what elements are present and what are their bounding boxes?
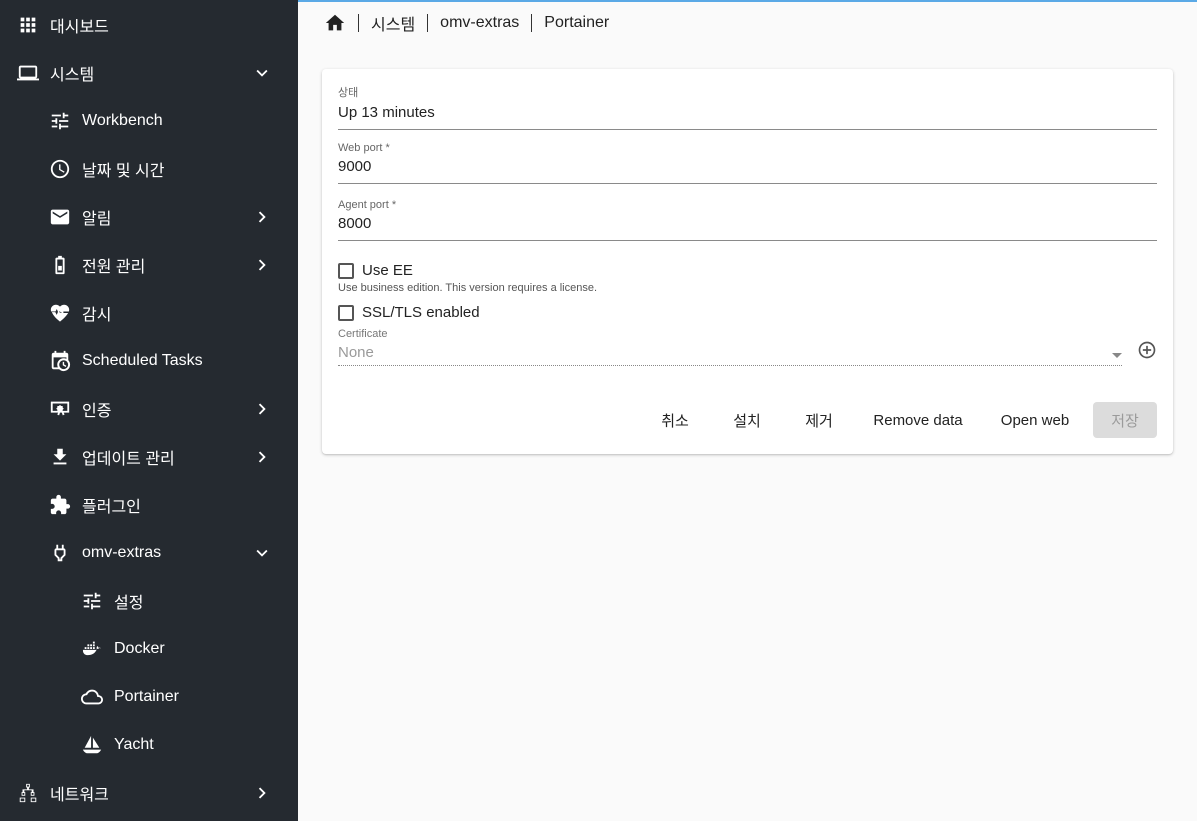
docker-icon	[80, 637, 104, 661]
sidebar-item-label: 시스템	[50, 67, 95, 84]
breadcrumb-item-system[interactable]: 시스템	[371, 11, 415, 35]
chevron-down-icon	[250, 541, 274, 565]
tune-icon	[48, 109, 72, 133]
ssl-label: SSL/TLS enabled	[362, 304, 480, 321]
sidebar-item-date-time[interactable]: 날짜 및 시간	[0, 145, 298, 193]
sidebar-item-dashboard[interactable]: 대시보드	[0, 1, 298, 49]
calendar-clock-icon	[48, 349, 72, 373]
breadcrumb: 시스템 omv-extras Portainer	[324, 10, 609, 36]
web-port-field[interactable]: Web port * 9000	[338, 142, 1157, 184]
certificate-select[interactable]: Certificate None	[338, 328, 1157, 366]
status-label: 상태	[338, 87, 359, 99]
status-field: 상태 Up 13 minutes	[338, 84, 1157, 130]
use-ee-label: Use EE	[362, 262, 413, 279]
sidebar-item-plugins[interactable]: 플러그인	[0, 481, 298, 529]
network-icon	[16, 781, 40, 805]
laptop-icon	[16, 61, 40, 85]
sidebar-item-monitoring[interactable]: 감시	[0, 289, 298, 337]
save-button[interactable]: 저장	[1093, 402, 1157, 438]
status-value: Up 13 minutes	[338, 104, 1157, 130]
breadcrumb-item-portainer: Portainer	[544, 14, 610, 31]
tune-icon	[80, 589, 104, 613]
web-port-input[interactable]: 9000	[338, 158, 1157, 184]
sidebar-item-label: Workbench	[82, 112, 163, 129]
use-ee-checkbox-row[interactable]: Use EE	[338, 262, 413, 279]
apps-grid-icon	[16, 13, 40, 37]
sidebar-item-omv-extras-settings[interactable]: 설정	[0, 577, 298, 625]
clock-icon	[48, 157, 72, 181]
battery-icon	[48, 253, 72, 277]
chevron-right-icon	[250, 781, 274, 805]
cancel-button[interactable]: 취소	[646, 402, 704, 438]
sidebar-item-power[interactable]: 전원 관리	[0, 241, 298, 289]
certificate-select-value[interactable]: None	[338, 344, 1122, 366]
heart-pulse-icon	[48, 301, 72, 325]
add-circle-icon[interactable]	[1137, 340, 1157, 360]
breadcrumb-separator	[427, 14, 429, 32]
plug-icon	[48, 541, 72, 565]
sidebar-item-label: 전원 관리	[82, 259, 146, 276]
chevron-right-icon	[250, 253, 274, 277]
sidebar-item-notifications[interactable]: 알림	[0, 193, 298, 241]
sidebar-item-network[interactable]: 네트워크	[0, 769, 298, 817]
sidebar-item-label: 업데이트 관리	[82, 451, 175, 468]
sidebar-item-label: Scheduled Tasks	[82, 352, 203, 369]
sidebar-item-label: 인증	[82, 403, 112, 420]
certificate-icon	[48, 397, 72, 421]
open-web-button[interactable]: Open web	[987, 402, 1083, 438]
dropdown-arrow-icon	[1112, 353, 1122, 358]
sidebar-item-label: 설정	[114, 595, 144, 612]
sidebar-item-scheduled-tasks[interactable]: Scheduled Tasks	[0, 337, 298, 385]
chevron-down-icon	[250, 61, 274, 85]
sidebar-item-label: 네트워크	[50, 787, 109, 804]
sidebar-item-label: 날짜 및 시간	[82, 163, 165, 180]
chevron-right-icon	[250, 205, 274, 229]
certificate-label: Certificate	[338, 328, 388, 340]
remove-data-button[interactable]: Remove data	[862, 402, 974, 438]
sidebar-item-system[interactable]: 시스템	[0, 49, 298, 97]
cloud-icon	[80, 685, 104, 709]
sidebar-item-label: 플러그인	[82, 499, 141, 516]
agent-port-field[interactable]: Agent port * 8000	[338, 199, 1157, 241]
home-icon[interactable]	[324, 12, 346, 34]
sidebar-item-label: Yacht	[114, 736, 154, 753]
remove-button[interactable]: 제거	[790, 402, 848, 438]
sidebar-item-label: 대시보드	[50, 19, 109, 36]
use-ee-checkbox[interactable]	[338, 262, 354, 279]
sidebar-item-label: 감시	[82, 307, 112, 324]
sidebar-item-certificates[interactable]: 인증	[0, 385, 298, 433]
puzzle-icon	[48, 493, 72, 517]
download-icon	[48, 445, 72, 469]
install-button[interactable]: 설치	[718, 402, 776, 438]
top-accent-bar	[298, 0, 1197, 2]
sidebar-item-label: Portainer	[114, 688, 179, 705]
portainer-settings-card: 상태 Up 13 minutes Web port * 9000 Agent p…	[322, 69, 1173, 454]
sidebar-item-workbench[interactable]: Workbench	[0, 97, 298, 145]
use-ee-hint: Use business edition. This version requi…	[338, 282, 598, 294]
sidebar-item-label: omv-extras	[82, 544, 162, 561]
sidebar-item-update-management[interactable]: 업데이트 관리	[0, 433, 298, 481]
web-port-label: Web port *	[338, 142, 390, 154]
sidebar-item-docker[interactable]: Docker	[0, 625, 298, 673]
agent-port-input[interactable]: 8000	[338, 215, 1157, 241]
breadcrumb-separator	[358, 14, 359, 32]
sidebar-item-label: 알림	[82, 211, 112, 228]
sidebar: 대시보드 시스템 Workbench 날짜 및 시간 알림 전원 관리 감시 S…	[0, 0, 298, 821]
sidebar-item-omv-extras[interactable]: omv-extras	[0, 529, 298, 577]
ssl-checkbox-row[interactable]: SSL/TLS enabled	[338, 304, 480, 321]
sidebar-item-yacht[interactable]: Yacht	[0, 721, 298, 769]
agent-port-label: Agent port *	[338, 199, 397, 211]
certificate-value: None	[338, 344, 374, 361]
chevron-right-icon	[250, 397, 274, 421]
chevron-right-icon	[250, 445, 274, 469]
sidebar-item-label: Docker	[114, 640, 165, 657]
sidebar-item-portainer[interactable]: Portainer	[0, 673, 298, 721]
ssl-checkbox[interactable]	[338, 304, 354, 321]
sailboat-icon	[80, 733, 104, 757]
breadcrumb-item-omv-extras[interactable]: omv-extras	[440, 14, 519, 32]
mail-icon	[48, 205, 72, 229]
breadcrumb-separator	[531, 14, 533, 32]
